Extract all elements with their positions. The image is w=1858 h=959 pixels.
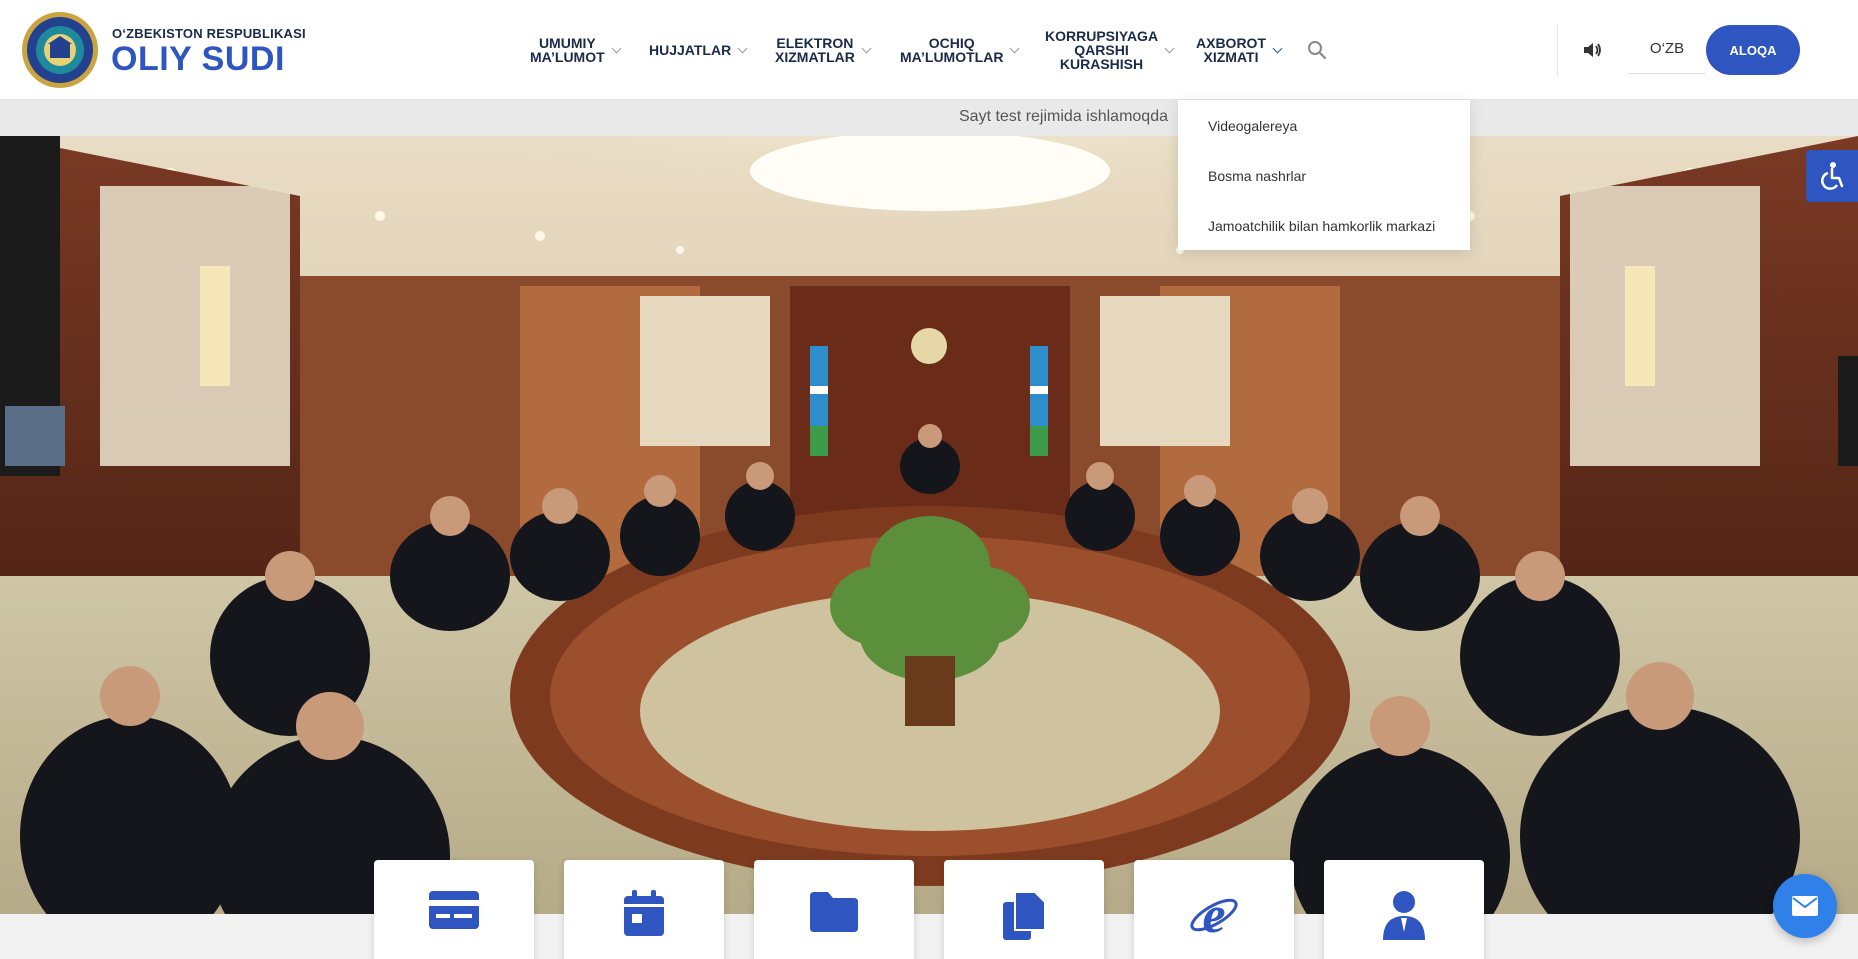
service-card-3[interactable] bbox=[754, 860, 914, 959]
internet-explorer-icon: e bbox=[1190, 890, 1238, 940]
chevron-down-icon bbox=[1009, 43, 1020, 53]
nav-umumiy-malumot[interactable]: UMUMIY MA’LUMOT bbox=[530, 0, 622, 100]
chevron-down-icon bbox=[737, 43, 748, 53]
accessibility-button[interactable] bbox=[1806, 150, 1858, 202]
chevron-down-icon bbox=[611, 43, 622, 53]
dropdown-item-bosma-nashrlar[interactable]: Bosma nashrlar bbox=[1208, 168, 1306, 184]
service-card-4[interactable] bbox=[944, 860, 1104, 959]
nav-korrupsiyaga-qarshi[interactable]: KORRUPSIYAGA QARSHI KURASHISH bbox=[1045, 0, 1175, 100]
nav-label: OCHIQ MA’LUMOTLAR bbox=[900, 35, 1004, 65]
dropdown-item-videogalereya[interactable]: Videogalereya bbox=[1208, 118, 1297, 134]
nav-label: KORRUPSIYAGA QARSHI KURASHISH bbox=[1045, 28, 1159, 72]
chevron-down-icon bbox=[1272, 43, 1283, 53]
chevron-down-icon bbox=[1164, 43, 1175, 53]
user-icon bbox=[1383, 891, 1425, 940]
service-card-2[interactable] bbox=[564, 860, 724, 959]
envelope-icon bbox=[1792, 896, 1818, 916]
card-icon bbox=[429, 891, 479, 929]
svg-text:e: e bbox=[1202, 890, 1225, 940]
nav-label: AXBOROT XIZMATI bbox=[1196, 35, 1266, 65]
nav-label: HUJJATLAR bbox=[649, 42, 732, 58]
nav-ochiq-malumotlar[interactable]: OCHIQ MA’LUMOTLAR bbox=[900, 0, 1020, 100]
hero-courtroom-image bbox=[0, 136, 1858, 914]
nav-axborot-xizmati[interactable]: AXBOROT XIZMATI bbox=[1196, 0, 1283, 100]
speaker-icon[interactable] bbox=[1580, 38, 1604, 62]
header-divider bbox=[1557, 24, 1558, 76]
site-header: O‘ZBEKISTON RESPUBLIKASI OLIY SUDI UMUMI… bbox=[0, 0, 1858, 100]
service-card-5[interactable]: e bbox=[1134, 860, 1294, 959]
calendar-icon bbox=[624, 890, 664, 936]
brand-subtitle: O‘ZBEKISTON RESPUBLIKASI bbox=[112, 26, 306, 41]
nav-hujjatlar[interactable]: HUJJATLAR bbox=[649, 0, 748, 100]
brand-title[interactable]: OLIY SUDI bbox=[111, 40, 285, 79]
contact-button[interactable]: ALOQA bbox=[1706, 25, 1800, 75]
documents-icon bbox=[1003, 891, 1046, 940]
notice-text: Sayt test rejimida ishlamoqda bbox=[959, 108, 1168, 125]
language-selector[interactable]: O‘ZB bbox=[1628, 24, 1706, 74]
folder-icon bbox=[810, 892, 858, 932]
chevron-down-icon bbox=[861, 43, 872, 53]
nav-elektron-xizmatlar[interactable]: ELEKTRON XIZMATLAR bbox=[775, 0, 872, 100]
search-icon[interactable] bbox=[1305, 38, 1329, 62]
accessibility-icon bbox=[1821, 162, 1844, 190]
service-card-6[interactable] bbox=[1324, 860, 1484, 959]
dropdown-item-jamoatchilik-markazi[interactable]: Jamoatchilik bilan hamkorlik markazi bbox=[1208, 218, 1435, 234]
axborot-xizmati-dropdown: Videogalereya Bosma nashrlar Jamoatchili… bbox=[1178, 100, 1470, 250]
service-card-1[interactable] bbox=[374, 860, 534, 959]
nav-label: UMUMIY MA’LUMOT bbox=[530, 35, 605, 65]
chat-button[interactable] bbox=[1773, 874, 1837, 938]
nav-label: ELEKTRON XIZMATLAR bbox=[775, 35, 855, 65]
test-mode-notice: Sayt test rejimida ishlamoqda bbox=[0, 100, 1858, 136]
court-emblem-logo[interactable] bbox=[20, 10, 100, 90]
